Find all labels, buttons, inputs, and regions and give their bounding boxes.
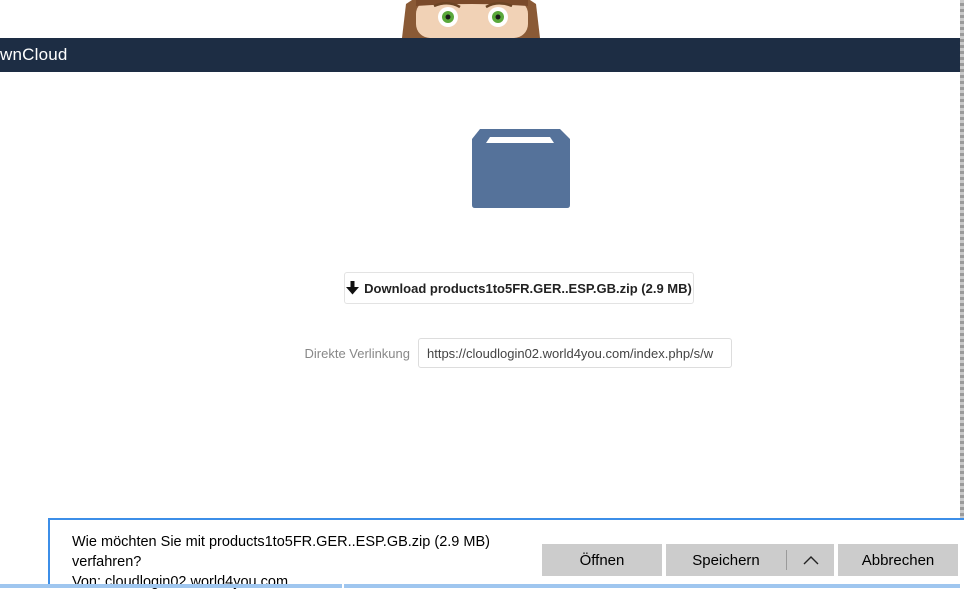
save-button-label: Speichern <box>692 551 760 569</box>
save-button[interactable]: Speichern <box>666 544 786 576</box>
taskbar-strip <box>0 584 960 588</box>
cancel-button[interactable]: Abbrechen <box>838 544 958 576</box>
download-notification-bar: Wie möchten Sie mit products1to5FR.GER..… <box>48 518 964 590</box>
download-question-line1: Wie möchten Sie mit products1to5FR.GER..… <box>72 534 490 550</box>
save-button-group: Speichern <box>666 544 834 576</box>
download-button[interactable]: Download products1to5FR.GER..ESP.GB.zip … <box>344 272 694 304</box>
header-bar: wnCloud <box>0 38 964 72</box>
app-logo-text[interactable]: wnCloud <box>0 45 68 65</box>
download-question-line2: verfahren? <box>72 554 142 570</box>
taskbar-marker <box>342 584 344 588</box>
download-prompt: Wie möchten Sie mit products1to5FR.GER..… <box>72 532 502 592</box>
save-options-button[interactable] <box>787 544 834 576</box>
download-arrow-icon <box>346 281 360 295</box>
folder-icon <box>470 127 570 209</box>
direct-link-label: Direkte Verlinkung <box>304 346 411 361</box>
open-button-label: Öffnen <box>579 551 625 569</box>
window-edge <box>960 0 964 588</box>
download-button-label: Download products1to5FR.GER..ESP.GB.zip … <box>364 280 692 296</box>
chevron-up-icon <box>803 556 818 565</box>
open-button[interactable]: Öffnen <box>542 544 662 576</box>
download-source: Von: cloudlogin02.world4you.com <box>72 574 289 590</box>
cancel-button-label: Abbrechen <box>861 551 935 569</box>
direct-link-field[interactable] <box>418 338 732 368</box>
avatar <box>396 0 546 38</box>
